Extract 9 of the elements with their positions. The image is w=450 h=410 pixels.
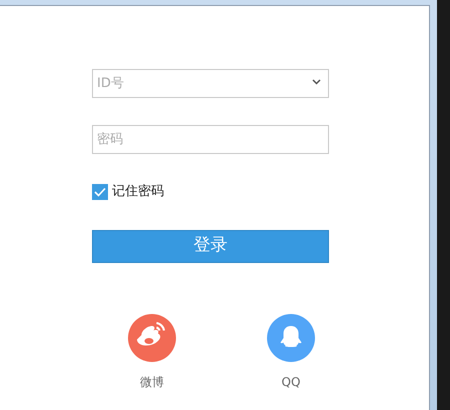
account-dropdown[interactable]: ID号 [92,69,329,98]
caret-icon [312,79,321,85]
penguin-icon[interactable] [267,314,315,362]
password-field[interactable]: 密码 [92,125,329,154]
remember-label: 记住密码 [112,183,164,201]
login-button[interactable]: 登录 [92,230,329,262]
remember-checkbox[interactable] [92,184,108,200]
social-label: QQ [282,374,300,390]
social-label: 微博 [140,374,164,390]
